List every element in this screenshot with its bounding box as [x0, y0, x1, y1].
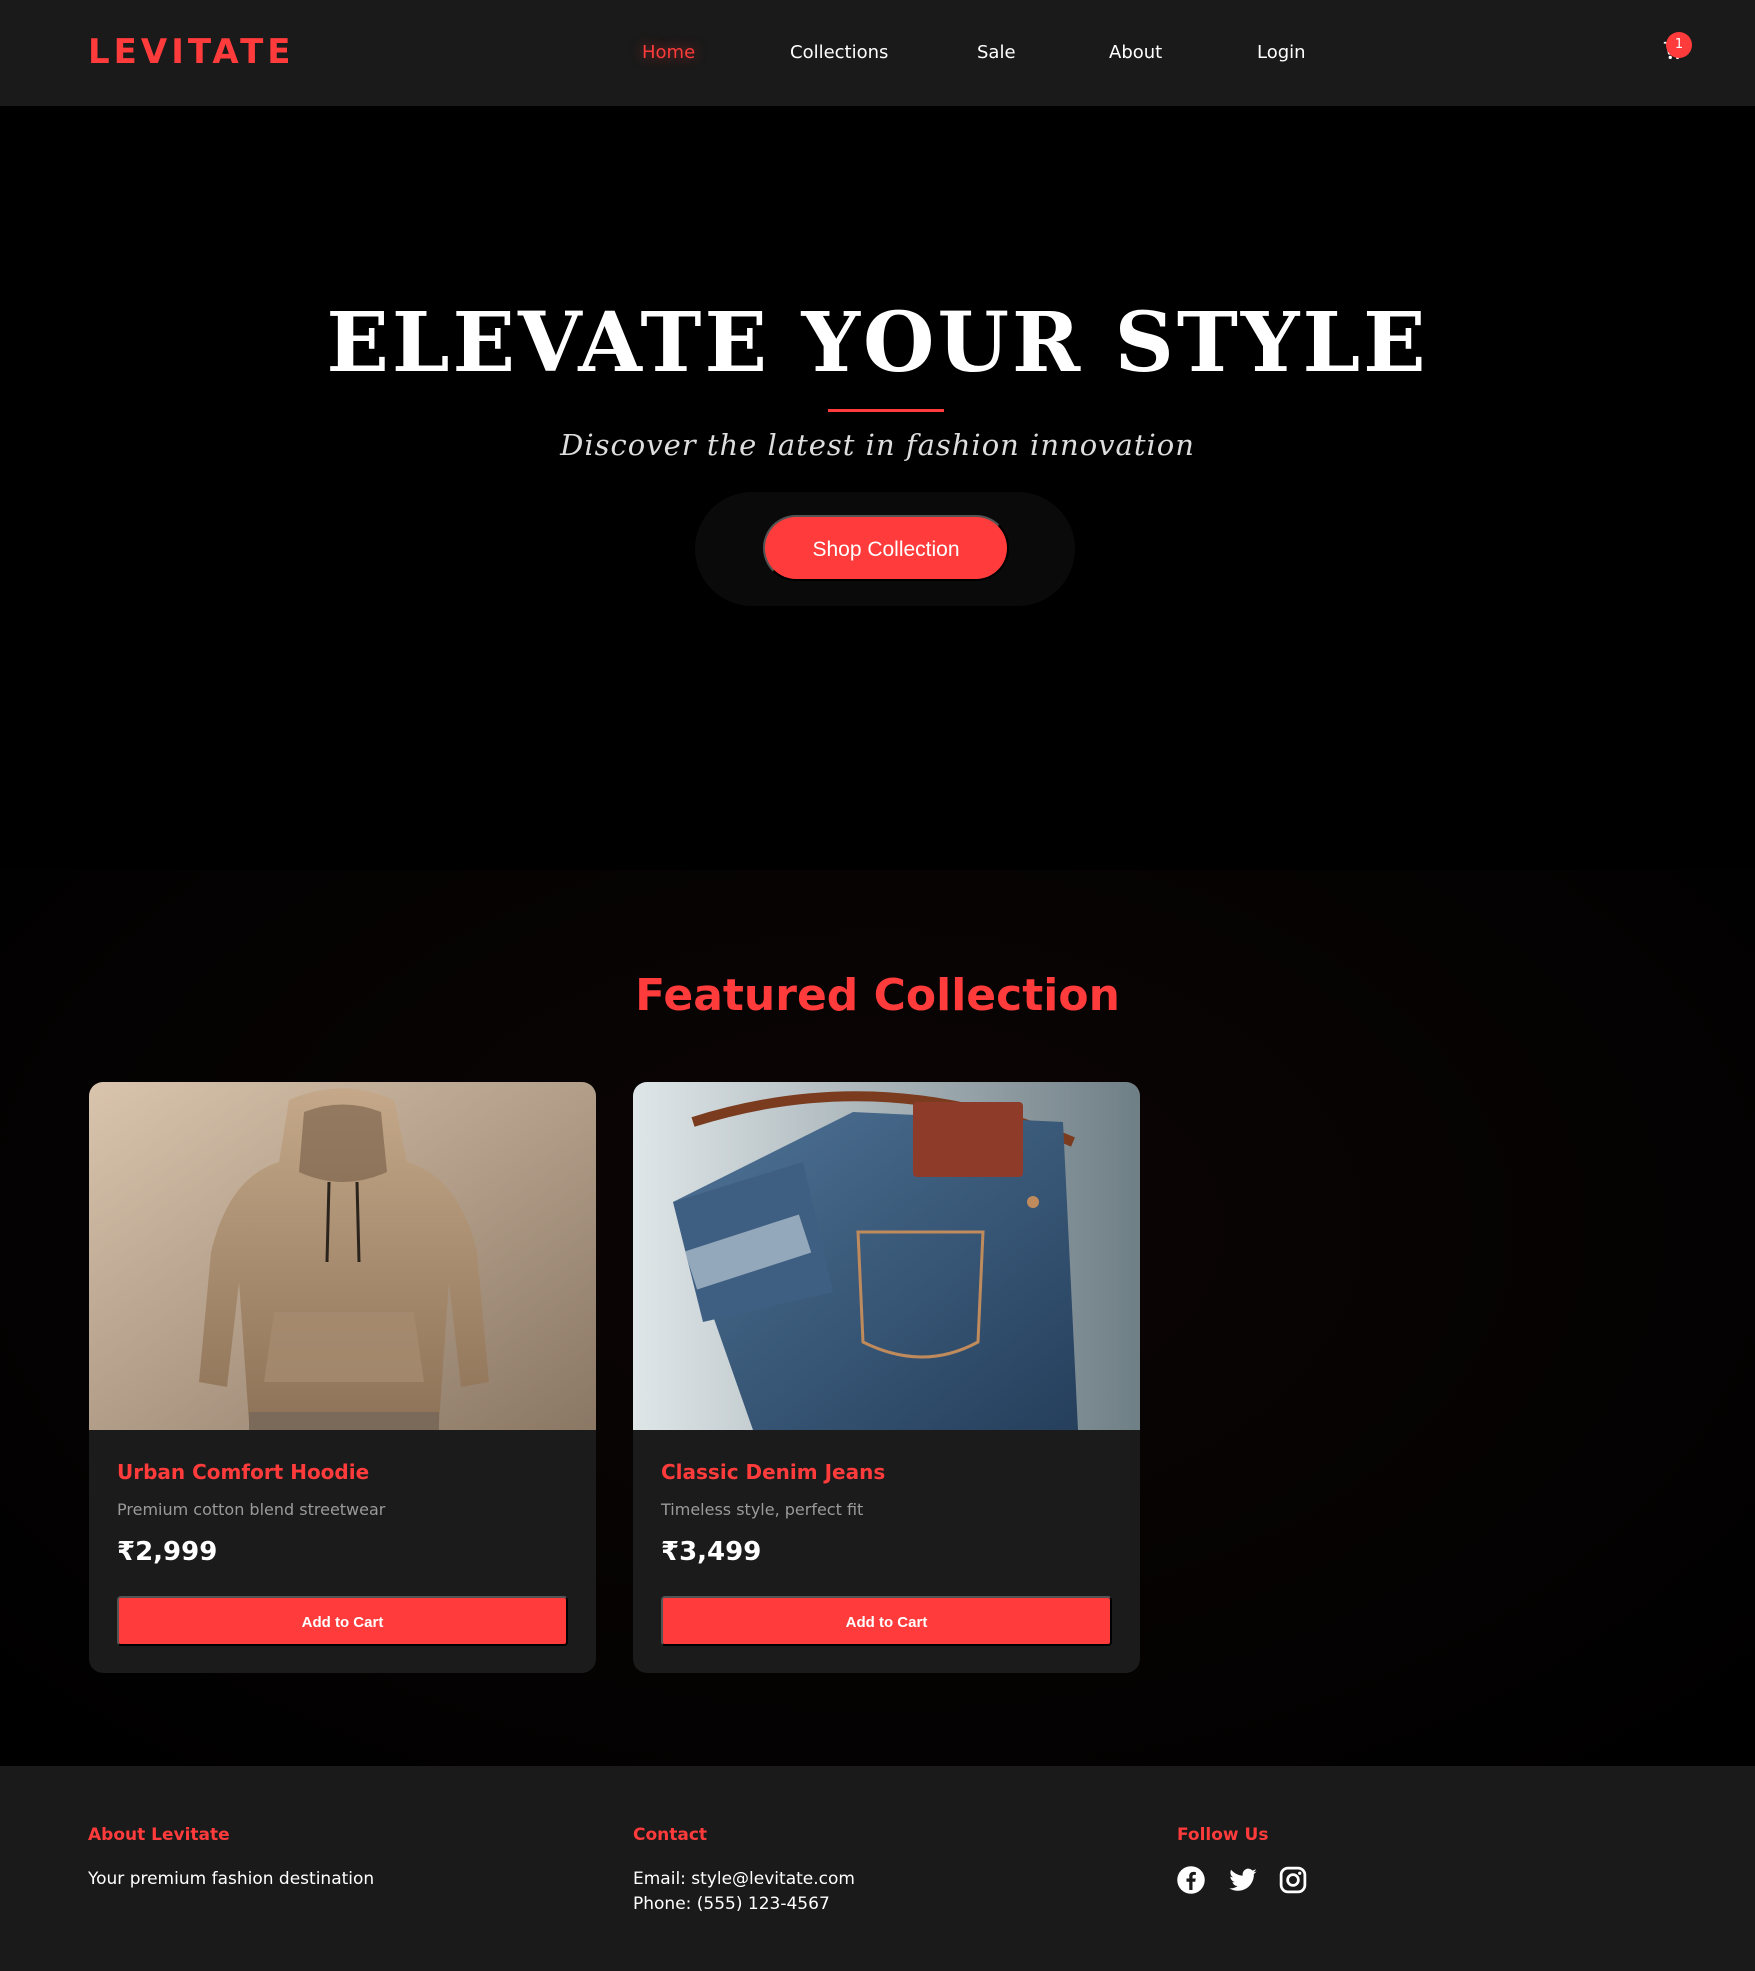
product-card[interactable]: Classic Denim Jeans Timeless style, perf… [633, 1082, 1140, 1673]
hoodie-image[interactable] [89, 1082, 596, 1430]
top-navbar: LEVITATE Home Collections Sale About Log… [0, 0, 1755, 106]
jeans-image[interactable] [633, 1082, 1140, 1430]
twitter-icon[interactable] [1228, 1865, 1258, 1895]
hero-subtitle: Discover the latest in fashion innovatio… [560, 428, 1195, 462]
footer-about-heading: About Levitate [88, 1825, 230, 1845]
nav-link-home[interactable]: Home [642, 42, 695, 63]
product-price: ₹3,499 [661, 1537, 762, 1567]
hero-title: ELEVATE YOUR STYLE [326, 295, 1429, 391]
product-price: ₹2,999 [117, 1537, 218, 1567]
footer-follow-heading: Follow Us [1177, 1825, 1269, 1845]
product-name[interactable]: Urban Comfort Hoodie [117, 1460, 369, 1484]
footer-contact-heading: Contact [633, 1825, 708, 1845]
featured-heading: Featured Collection [635, 970, 1120, 1021]
hero-divider [828, 409, 944, 412]
footer-contact-phone: Phone: (555) 123-4567 [633, 1894, 830, 1914]
add-to-cart-button[interactable]: Add to Cart [117, 1596, 568, 1646]
footer-about-text: Your premium fashion destination [88, 1869, 375, 1889]
product-description: Premium cotton blend streetwear [117, 1500, 386, 1519]
instagram-icon[interactable] [1278, 1865, 1308, 1895]
add-to-cart-button[interactable]: Add to Cart [661, 1596, 1112, 1646]
product-description: Timeless style, perfect fit [661, 1500, 864, 1519]
nav-link-about[interactable]: About [1109, 42, 1162, 63]
cart-count-badge: 1 [1666, 32, 1692, 58]
nav-link-collections[interactable]: Collections [790, 42, 888, 63]
product-name[interactable]: Classic Denim Jeans [661, 1460, 885, 1484]
shop-collection-button[interactable]: Shop Collection [763, 515, 1009, 581]
nav-link-sale[interactable]: Sale [977, 42, 1016, 63]
main-nav: Home Collections Sale About Login [0, 42, 1755, 72]
product-card[interactable]: Urban Comfort Hoodie Premium cotton blen… [89, 1082, 596, 1673]
nav-link-login[interactable]: Login [1257, 42, 1306, 63]
facebook-icon[interactable] [1176, 1865, 1206, 1895]
footer-contact-email[interactable]: Email: style@levitate.com [633, 1869, 855, 1889]
